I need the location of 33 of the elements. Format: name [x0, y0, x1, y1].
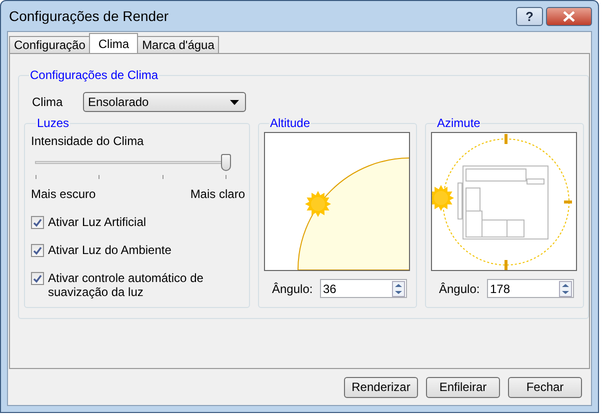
- window-title: Configurações de Render: [8, 8, 169, 24]
- weather-dropdown[interactable]: Ensolarado: [83, 92, 246, 112]
- checkbox-label: Ativar Luz do Ambiente: [48, 243, 172, 257]
- slider-thumb[interactable]: [221, 154, 231, 171]
- checkbox-label: Ativar controle automático de suavização da luz: [48, 271, 204, 299]
- angle-field[interactable]: 178: [487, 279, 574, 298]
- spinner-arrows-icon[interactable]: [559, 280, 572, 296]
- max-label: Mais claro: [190, 187, 245, 201]
- group-title: Azimute: [436, 116, 482, 130]
- tab[interactable]: Clima: [89, 33, 138, 53]
- dialog-button[interactable]: Enfileirar: [426, 376, 500, 398]
- dialog-button[interactable]: Fechar: [508, 376, 582, 398]
- group-title: Configurações de Clima: [29, 68, 160, 82]
- checkbox[interactable]: [31, 216, 44, 229]
- angle-field[interactable]: 36: [320, 279, 407, 298]
- checkbox[interactable]: [31, 272, 44, 285]
- angle-label: Ângulo:: [272, 282, 313, 296]
- min-label: Mais escuro: [31, 187, 96, 201]
- clima-label: Clima: [32, 95, 64, 109]
- checkbox[interactable]: [31, 244, 44, 257]
- slider-label: Intensidade do Clima: [31, 134, 145, 148]
- checkbox-label: Ativar Luz Artificial: [48, 215, 148, 229]
- close-icon: [563, 11, 575, 22]
- tab[interactable]: Configuração: [9, 36, 90, 53]
- caret-icon: [230, 100, 239, 104]
- angle-label: Ângulo:: [439, 282, 480, 296]
- group-title: Altitude: [269, 116, 312, 130]
- dialog-button[interactable]: Renderizar: [344, 376, 418, 398]
- spinner-arrows-icon[interactable]: [392, 280, 405, 296]
- help-button[interactable]: ?: [516, 7, 543, 26]
- tab[interactable]: Marca d'água: [137, 36, 220, 53]
- group-title: Luzes: [36, 116, 70, 130]
- close-button[interactable]: [546, 7, 592, 26]
